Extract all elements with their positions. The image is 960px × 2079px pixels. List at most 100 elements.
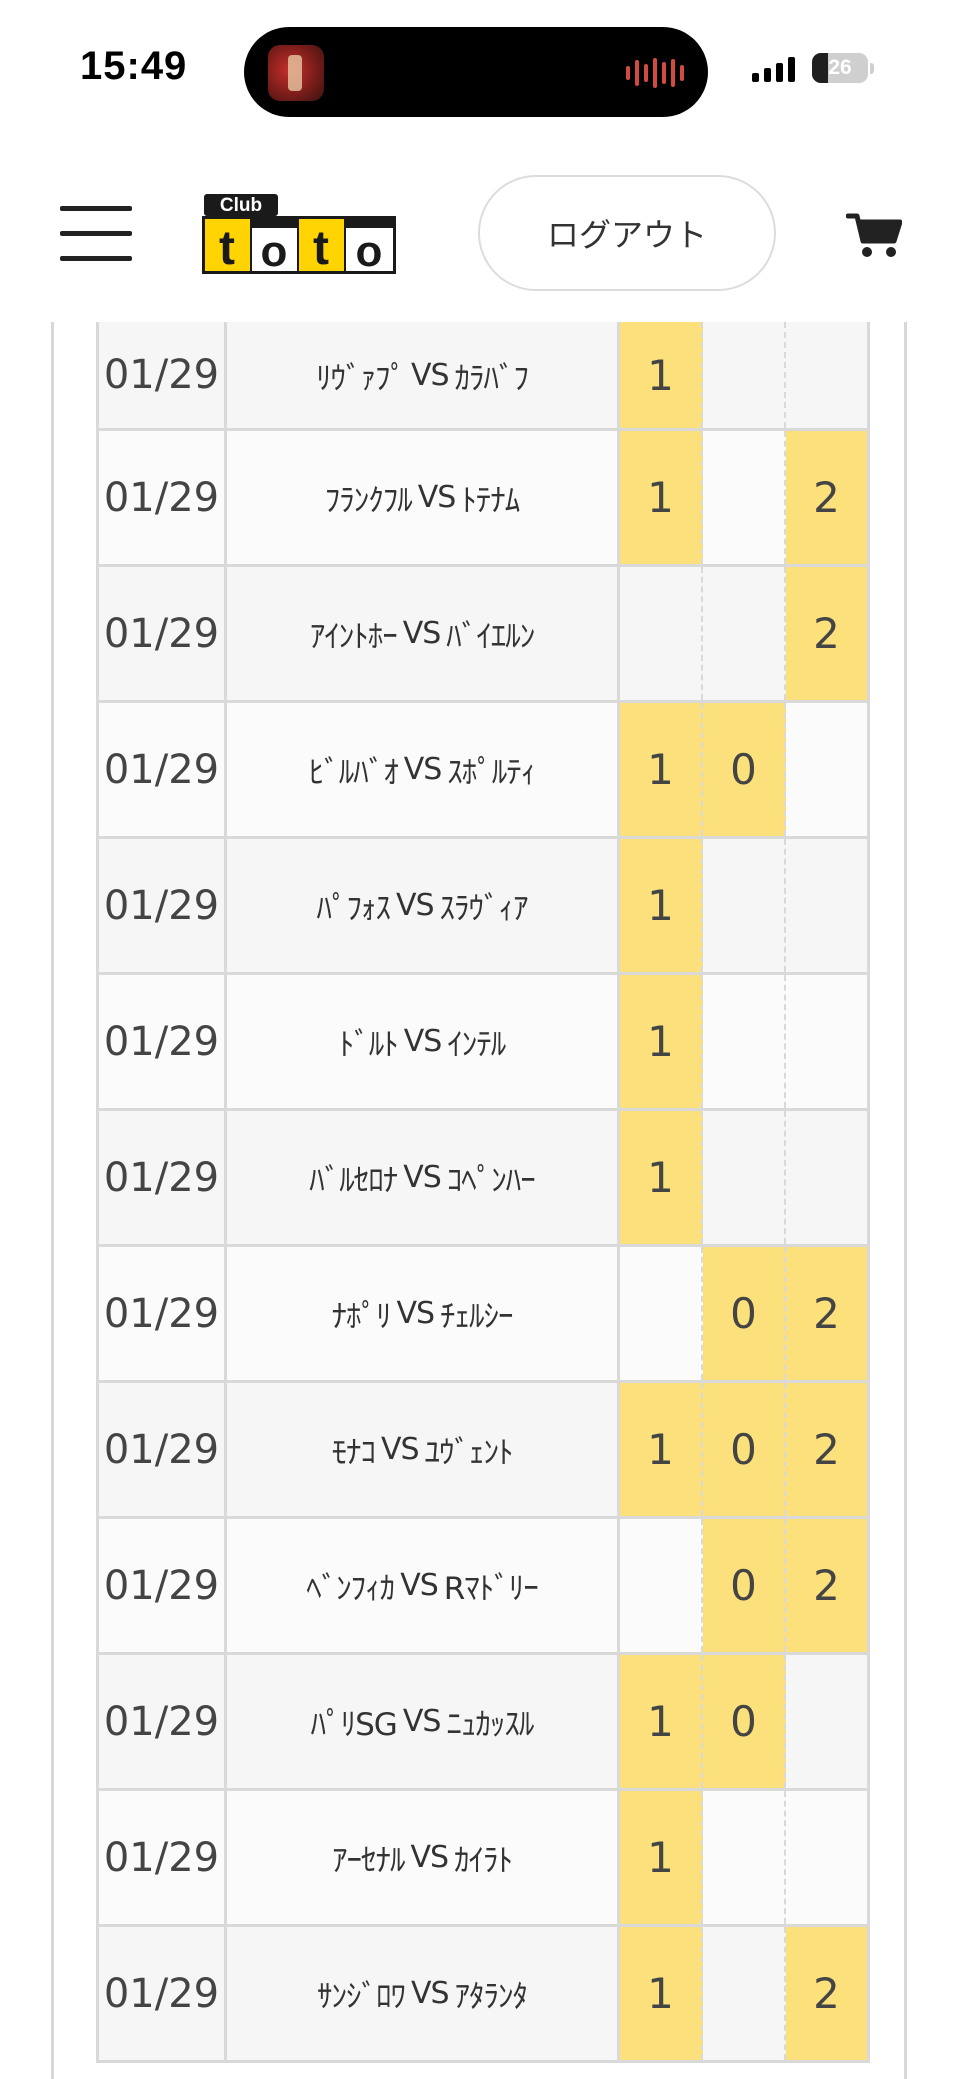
match-date: 01/29	[96, 1927, 227, 2060]
home-team: ﾅﾎﾟﾘ	[331, 1299, 391, 1335]
pick-value: 2	[813, 1425, 840, 1474]
vs-label: VS	[410, 1976, 450, 2011]
pick-cell-1: 1	[620, 975, 703, 1108]
pick-cell-0	[703, 1111, 786, 1244]
vs-label: VS	[402, 616, 442, 651]
shopping-cart-icon[interactable]	[846, 210, 902, 260]
pick-cell-2	[786, 839, 870, 972]
purchase-detail-content[interactable]: 01/29 ﾘｳﾞｧﾌﾟ VS ｶﾗﾊﾞﾌ 1 01/29 ﾌﾗﾝｸﾌﾙ VS ﾄﾃﾅﾑ 1 2 01…	[0, 322, 960, 2079]
pick-cell-1: 1	[620, 839, 703, 972]
pick-cell-2: 2	[786, 567, 870, 700]
away-team: Rﾏﾄﾞﾘｰ	[443, 1571, 539, 1607]
away-team: ﾕｳﾞｪﾝﾄ	[424, 1435, 514, 1471]
logo-club-text: Club	[220, 195, 262, 216]
pick-value: 1	[647, 1969, 674, 2018]
match-row: 01/29 ｱｰｾﾅﾙ VS ｶｲﾗﾄ 1	[96, 1791, 870, 1927]
pick-cell-2	[786, 975, 870, 1108]
home-team: ﾌﾗﾝｸﾌﾙ	[324, 483, 413, 519]
vs-label: VS	[403, 1024, 443, 1059]
vs-label: VS	[380, 1432, 420, 1467]
pick-value: 0	[730, 1289, 757, 1338]
match-row: 01/29 ﾓﾅｺ VS ﾕｳﾞｪﾝﾄ 1 0 2	[96, 1383, 870, 1519]
match-row: 01/29 ﾊﾞﾙｾﾛﾅ VS ｺﾍﾟﾝﾊｰ 1	[96, 1111, 870, 1247]
match-teams: ｱｲﾝﾄﾎｰ VS ﾊﾞｲｴﾙﾝ	[227, 567, 620, 700]
away-team: ｶﾗﾊﾞﾌ	[454, 360, 529, 397]
match-teams: ﾌﾗﾝｸﾌﾙ VS ﾄﾃﾅﾑ	[227, 431, 620, 564]
vs-label: VS	[402, 1704, 442, 1739]
pick-cell-2: 2	[786, 431, 870, 564]
match-teams: ﾓﾅｺ VS ﾕｳﾞｪﾝﾄ	[227, 1383, 620, 1516]
battery-cap	[870, 63, 874, 74]
svg-text:t: t	[219, 222, 235, 274]
match-row: 01/29 ﾅﾎﾟﾘ VS ﾁｪﾙｼｰ 0 2	[96, 1247, 870, 1383]
svg-text:o: o	[356, 227, 383, 274]
vs-label: VS	[400, 1568, 439, 1603]
match-date: 01/29	[96, 975, 227, 1108]
logout-button[interactable]: ログアウト	[478, 175, 776, 291]
pick-value: 0	[730, 1425, 757, 1474]
svg-text:o: o	[261, 227, 288, 274]
home-team: ﾊﾟﾌｫｽ	[316, 891, 390, 927]
vs-label: VS	[410, 357, 450, 393]
match-row: 01/29 ﾄﾞﾙﾄ VS ｲﾝﾃﾙ 1	[96, 975, 870, 1111]
pick-value: 2	[813, 1289, 840, 1338]
pick-value: 1	[647, 1425, 674, 1474]
vs-label: VS	[417, 480, 457, 515]
match-row: 01/29 ｻﾝｼﾞﾛﾜ VS ｱﾀﾗﾝﾀ 1 2	[96, 1927, 870, 2063]
vs-label: VS	[403, 752, 443, 787]
pick-cell-2: 2	[786, 1383, 870, 1516]
pick-cell-0	[703, 1927, 786, 2060]
pick-cell-0: 0	[703, 1383, 786, 1516]
home-team: ﾄﾞﾙﾄ	[338, 1027, 399, 1063]
pick-cell-0	[703, 567, 786, 700]
pick-value: 1	[647, 745, 674, 794]
pick-cell-1	[620, 1247, 703, 1380]
pick-cell-2	[786, 1655, 870, 1788]
pick-cell-0	[703, 431, 786, 564]
vs-label: VS	[396, 1296, 435, 1331]
pick-cell-1: 1	[620, 431, 703, 564]
match-row: 01/29 ｱｲﾝﾄﾎｰ VS ﾊﾞｲｴﾙﾝ 2	[96, 567, 870, 703]
vs-label: VS	[395, 888, 435, 923]
battery-level: 26	[828, 56, 852, 79]
dynamic-island[interactable]	[244, 27, 708, 117]
pick-value: 1	[647, 1833, 674, 1882]
pick-cell-0: 0	[703, 703, 786, 836]
content-frame-left	[51, 322, 54, 2079]
pick-cell-2	[786, 1111, 870, 1244]
site-header: Club t o t o ログアウト	[0, 140, 960, 322]
pick-cell-0: 0	[703, 1519, 786, 1652]
hamburger-menu-icon[interactable]	[60, 206, 132, 262]
away-team: ｱﾀﾗﾝﾀ	[454, 1979, 528, 2015]
match-teams: ｻﾝｼﾞﾛﾜ VS ｱﾀﾗﾝﾀ	[227, 1927, 620, 2060]
svg-text:t: t	[313, 222, 329, 274]
home-team: ｱｲﾝﾄﾎｰ	[309, 619, 398, 655]
home-team: ﾊﾞﾙｾﾛﾅ	[309, 1163, 398, 1199]
pick-cell-0	[703, 839, 786, 972]
match-date: 01/29	[96, 703, 227, 836]
battery-icon: 26	[812, 53, 868, 83]
pick-cell-1: 1	[620, 1927, 703, 2060]
match-row: 01/29 ﾊﾟﾌｫｽ VS ｽﾗｳﾞｨｱ 1	[96, 839, 870, 975]
match-date: 01/29	[96, 839, 227, 972]
pick-value: 2	[813, 1561, 840, 1610]
away-team: ｽﾎﾟﾙﾃｨ	[447, 755, 536, 791]
pick-value: 2	[813, 473, 840, 522]
home-team: ﾊﾟﾘSG	[310, 1707, 398, 1743]
pick-cell-1: 1	[620, 1655, 703, 1788]
match-row: 01/29 ﾘｳﾞｧﾌﾟ VS ｶﾗﾊﾞﾌ 1	[96, 322, 870, 431]
match-teams: ｱｰｾﾅﾙ VS ｶｲﾗﾄ	[227, 1791, 620, 1924]
pick-cell-1: 1	[620, 1111, 703, 1244]
home-team: ｱｰｾﾅﾙ	[331, 1843, 405, 1879]
match-date: 01/29	[96, 322, 227, 428]
home-team: ｻﾝｼﾞﾛﾜ	[316, 1979, 406, 2015]
match-teams: ﾘｳﾞｧﾌﾟ VS ｶﾗﾊﾞﾌ	[227, 322, 620, 428]
match-teams: ﾋﾞﾙﾊﾞｵ VS ｽﾎﾟﾙﾃｨ	[227, 703, 620, 836]
club-toto-logo[interactable]: Club t o t o	[202, 192, 396, 274]
pick-cell-1	[620, 567, 703, 700]
match-date: 01/29	[96, 1791, 227, 1924]
now-playing-album-art	[268, 45, 324, 101]
away-team: ｲﾝﾃﾙ	[447, 1027, 506, 1063]
vs-label: VS	[403, 1160, 442, 1195]
pick-value: 0	[730, 1561, 757, 1610]
